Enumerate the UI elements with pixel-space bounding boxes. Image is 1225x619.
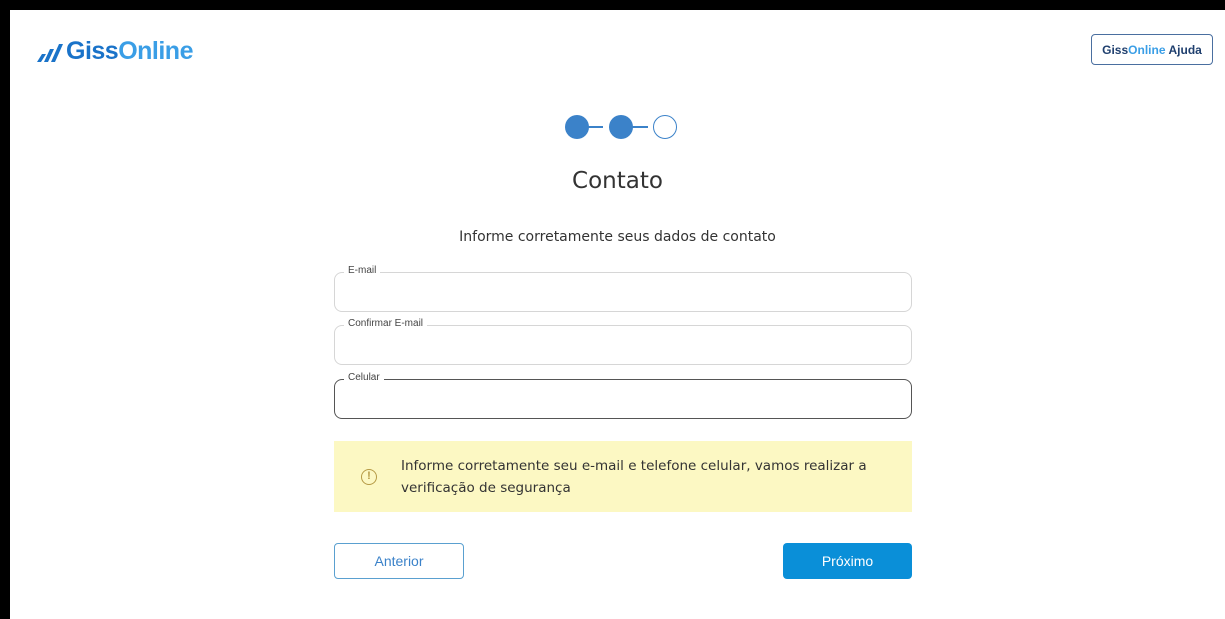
phone-input[interactable] (347, 390, 899, 412)
exclamation-circle-icon: ! (361, 469, 377, 485)
logo-text-giss: Giss (66, 37, 119, 65)
help-button-label: Ajuda (1168, 42, 1202, 57)
phone-field[interactable]: Celular (334, 372, 912, 419)
step-3-indicator (653, 115, 677, 139)
stepper-connector (632, 126, 648, 128)
help-button[interactable]: Giss Online Ajuda (1091, 34, 1213, 65)
confirm-email-label: Confirmar E-mail (344, 318, 428, 329)
gissonline-logo[interactable]: Giss Online (37, 37, 193, 66)
logo-bars-icon (37, 43, 63, 62)
page-title: Contato (572, 168, 663, 194)
email-label: E-mail (344, 265, 381, 276)
progress-stepper (565, 113, 680, 141)
confirm-email-input[interactable] (347, 336, 899, 358)
phone-label: Celular (344, 372, 384, 383)
page-subtitle: Informe corretamente seus dados de conta… (459, 229, 776, 245)
previous-button[interactable]: Anterior (334, 543, 464, 579)
next-button[interactable]: Próximo (783, 543, 912, 579)
email-field[interactable]: E-mail (334, 265, 912, 312)
alert-message: Informe corretamente seu e-mail e telefo… (401, 458, 867, 496)
logo-text-online: Online (118, 37, 193, 65)
help-button-brand-giss: Giss (1102, 42, 1129, 57)
email-input[interactable] (347, 283, 899, 305)
help-button-brand-online: Online (1128, 42, 1166, 57)
page-frame: Giss Online Giss Online Ajuda Contato Infor… (10, 10, 1225, 619)
step-2-indicator (609, 115, 633, 139)
security-alert: ! Informe corretamente seu e-mail e tele… (334, 441, 912, 512)
confirm-email-field[interactable]: Confirmar E-mail (334, 318, 912, 365)
step-1-indicator (565, 115, 589, 139)
stepper-connector (587, 126, 603, 128)
